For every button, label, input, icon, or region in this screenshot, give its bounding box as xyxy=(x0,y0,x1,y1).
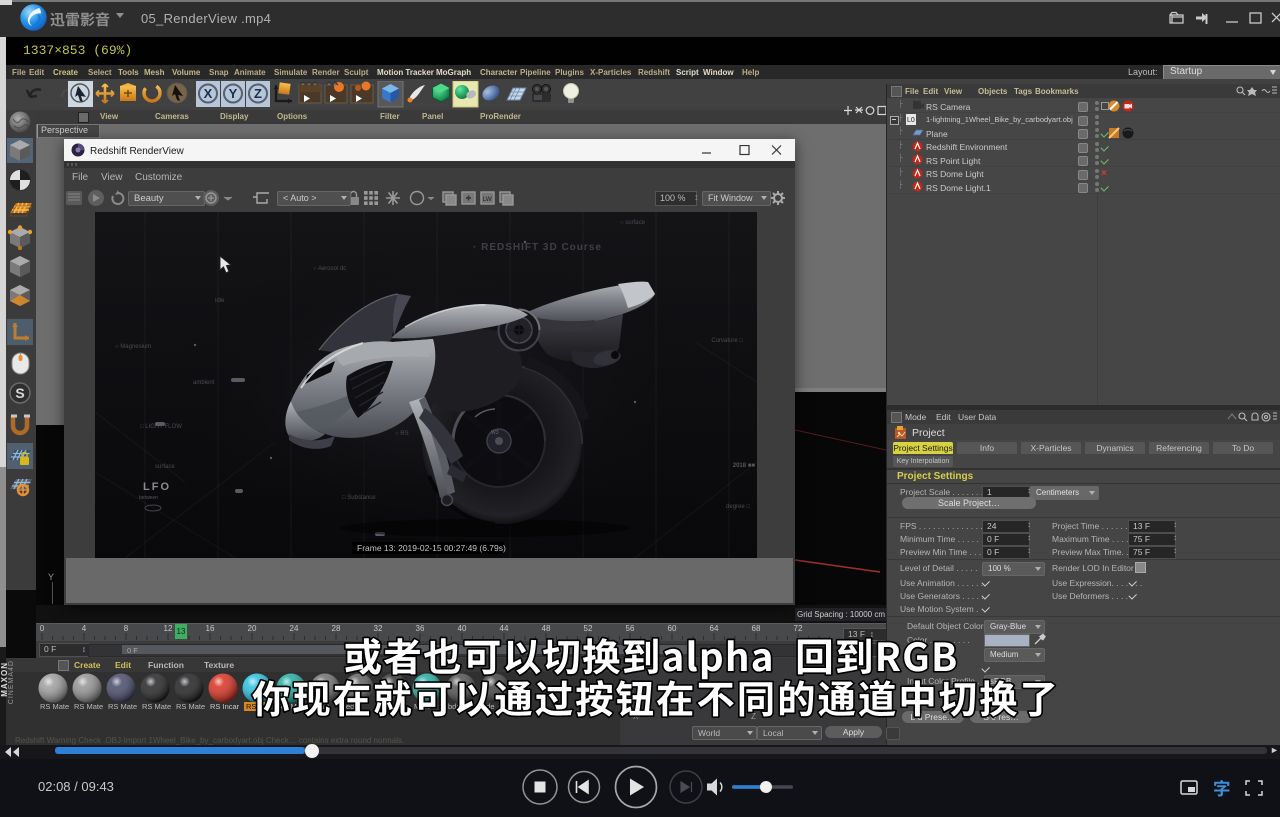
svg-text:○ Magnesium: ○ Magnesium xyxy=(115,344,151,350)
svg-text:LFO: LFO xyxy=(143,481,171,493)
svg-text:Frame 13: 2019-02-15 00:27:49: Frame 13: 2019-02-15 00:27:49 (6.79s) xyxy=(357,543,506,553)
svg-text:LW: LW xyxy=(483,196,493,203)
svg-text:S: S xyxy=(15,385,24,401)
svg-text:2018 ■■: 2018 ■■ xyxy=(733,463,756,469)
svg-text:○ surface: ○ surface xyxy=(620,220,646,226)
svg-text:Y: Y xyxy=(229,86,238,101)
svg-text:X: X xyxy=(204,86,213,101)
svg-text:Z: Z xyxy=(254,86,262,101)
svg-text:idle: idle xyxy=(215,298,225,304)
svg-text:W3: W3 xyxy=(491,430,499,436)
svg-text:L0: L0 xyxy=(907,117,915,124)
svg-text:□ Substance: □ Substance xyxy=(342,495,376,501)
svg-text:· REDSHIFT 3D Course: · REDSHIFT 3D Course xyxy=(473,242,602,253)
svg-text:○ Aerosol dc: ○ Aerosol dc xyxy=(313,266,346,272)
svg-text:surface: surface xyxy=(155,464,175,470)
svg-text:ambient: ambient xyxy=(193,380,215,386)
svg-text:between: between xyxy=(139,495,158,501)
svg-text:degree □: degree □ xyxy=(726,504,750,510)
svg-text:Curvature □: Curvature □ xyxy=(711,338,743,344)
svg-text:○ RS: ○ RS xyxy=(395,431,409,437)
